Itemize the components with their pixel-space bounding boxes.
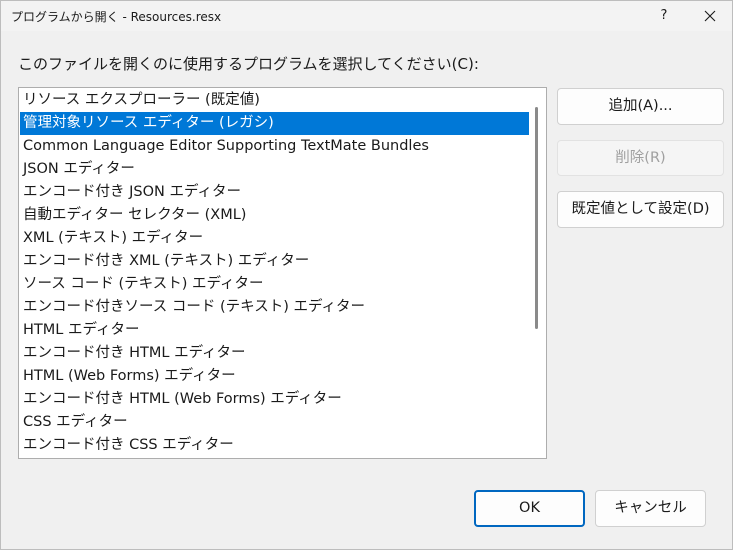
program-list-item[interactable]: 自動エディター セレクター (XML) [20,204,529,227]
program-list-item[interactable]: XML (テキスト) エディター [20,227,529,250]
program-list-item[interactable]: HTML (Web Forms) エディター [20,365,529,388]
program-list-item[interactable]: エンコード付き HTML エディター [20,342,529,365]
close-button[interactable] [687,1,733,31]
program-list-item[interactable]: リソース エクスプローラー (既定値) [20,89,529,112]
open-with-dialog: プログラムから開く - Resources.resx ? このファイルを開くのに… [0,0,733,550]
program-list-items: リソース エクスプローラー (既定値) 管理対象リソース エディター (レガシ) C… [20,89,529,457]
program-list-item[interactable]: エンコード付きソース コード (テキスト) エディター [20,296,529,319]
program-list-item[interactable]: CSS エディター [20,411,529,434]
prompt-label: このファイルを開くのに使用するプログラムを選択してください(C): [18,55,479,73]
scrollbar-thumb[interactable] [535,107,538,329]
set-default-button[interactable]: 既定値として設定(D) [557,191,724,228]
program-list-item[interactable]: エンコード付き JSON エディター [20,181,529,204]
program-list-item[interactable]: 管理対象リソース エディター (レガシ) [20,112,529,135]
program-list-item[interactable]: HTML エディター [20,319,529,342]
title-bar[interactable]: プログラムから開く - Resources.resx ? [1,1,732,31]
program-list-item[interactable]: Common Language Editor Supporting TextMa… [20,135,529,158]
program-list-item[interactable]: エンコード付き XML (テキスト) エディター [20,250,529,273]
list-scrollbar[interactable] [529,89,545,457]
remove-button[interactable]: 削除(R) [557,140,724,176]
cancel-button[interactable]: キャンセル [595,490,706,527]
window-title: プログラムから開く - Resources.resx [11,10,222,24]
ok-button[interactable]: OK [474,490,585,527]
program-list-item[interactable]: エンコード付き CSS エディター [20,434,529,457]
program-list-item[interactable]: ソース コード (テキスト) エディター [20,273,529,296]
help-button[interactable]: ? [641,1,687,31]
help-icon: ? [660,8,668,23]
close-icon [704,10,716,22]
add-button[interactable]: 追加(A)... [557,88,724,125]
program-list-item[interactable]: JSON エディター [20,158,529,181]
program-list[interactable]: リソース エクスプローラー (既定値) 管理対象リソース エディター (レガシ) C… [18,87,547,459]
program-list-item[interactable]: エンコード付き HTML (Web Forms) エディター [20,388,529,411]
